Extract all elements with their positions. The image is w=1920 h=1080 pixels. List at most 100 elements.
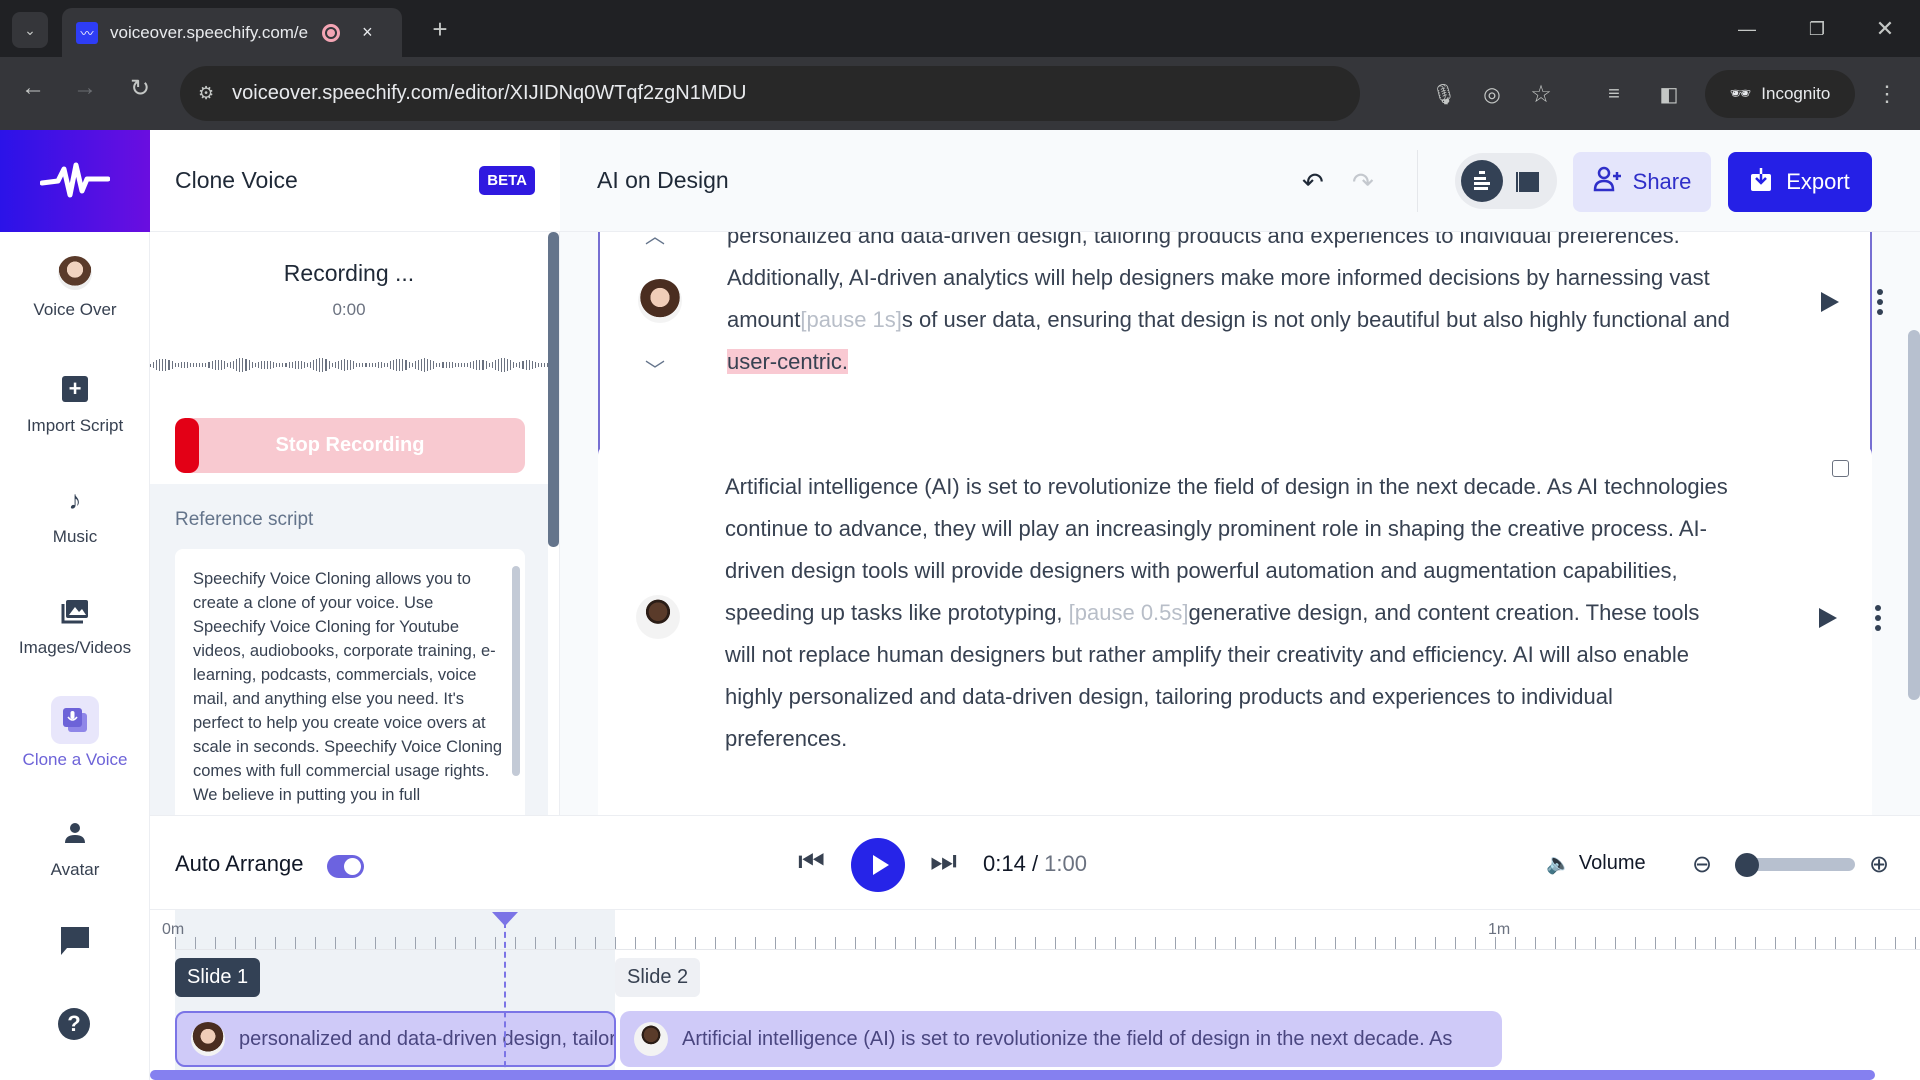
nav-item-clone-a-voice[interactable]: Clone a Voice xyxy=(0,696,150,770)
ruler-tick xyxy=(595,937,596,949)
zoom-out-icon[interactable]: ⊖ xyxy=(1692,850,1712,879)
tab-search-chevron-icon[interactable]: ⌄ xyxy=(12,12,48,48)
block-more-icon[interactable] xyxy=(1875,605,1881,631)
timeline-ruler[interactable]: 0m 1m xyxy=(162,921,1920,950)
highlighted-word: user-centric. xyxy=(727,349,849,374)
panel-scrollbar[interactable] xyxy=(548,232,559,547)
current-time: 0:14 xyxy=(983,851,1026,876)
waveform-bar xyxy=(544,363,546,367)
nav-item-import-script[interactable]: + Import Script xyxy=(0,372,150,436)
waveform-bar xyxy=(365,362,367,368)
skip-back-icon[interactable]: ⏮ xyxy=(798,845,825,879)
speechify-favicon-icon: 〰 xyxy=(76,21,98,44)
ruler-tick xyxy=(1715,937,1716,949)
ruler-tick xyxy=(715,937,716,949)
zoom-slider[interactable] xyxy=(1735,853,1855,877)
ruler-tick xyxy=(1895,937,1896,949)
pause-tag[interactable]: [pause 0.5s] xyxy=(1069,600,1189,625)
browser-menu-icon[interactable]: ⋮ xyxy=(1875,80,1899,108)
nav-item-images-videos[interactable]: Images/Videos xyxy=(0,594,150,658)
block-play-icon[interactable] xyxy=(1819,608,1837,628)
clip-text: personalized and data-driven design, tai… xyxy=(239,1027,616,1050)
waveform-bar xyxy=(353,361,355,369)
share-button[interactable]: Share xyxy=(1573,152,1711,212)
skip-forward-icon[interactable]: ⏭ xyxy=(930,845,957,879)
redo-icon[interactable]: ↷ xyxy=(1352,167,1374,198)
script-editor: ︿ ﹀ personalized and data-driven design,… xyxy=(560,232,1920,815)
close-tab-icon[interactable]: × xyxy=(362,22,373,43)
volume-button[interactable]: 🔈 Volume xyxy=(1546,851,1646,876)
recording-waveform xyxy=(150,357,548,373)
microphone-icon[interactable]: 🎙 xyxy=(1430,80,1458,108)
url-field[interactable]: ⚙ voiceover.speechify.com/editor/XIJIDNq… xyxy=(180,66,1360,121)
waveform-bar xyxy=(420,358,422,372)
waveform-bar xyxy=(260,360,262,370)
stop-recording-button[interactable]: Stop Recording xyxy=(175,418,525,473)
undo-icon[interactable]: ↶ xyxy=(1302,167,1324,198)
new-tab-icon[interactable]: + xyxy=(425,14,455,44)
script-block[interactable]: Artificial intelligence (AI) is set to r… xyxy=(598,445,1881,815)
chat-icon[interactable] xyxy=(58,924,92,963)
back-icon[interactable]: ← xyxy=(18,73,48,103)
zoom-in-icon[interactable]: ⊕ xyxy=(1869,850,1889,879)
auto-arrange-toggle[interactable] xyxy=(327,855,364,878)
zoom-slider-knob[interactable] xyxy=(1735,853,1759,877)
eye-off-icon[interactable]: ◎ xyxy=(1478,80,1506,108)
ruler-tick xyxy=(1195,937,1196,949)
document-title[interactable]: AI on Design xyxy=(597,167,729,194)
block-play-icon[interactable] xyxy=(1821,292,1839,312)
slide-2-chip[interactable]: Slide 2 xyxy=(615,958,701,997)
waveform-bar xyxy=(196,363,198,367)
reference-scrollbar[interactable] xyxy=(512,566,520,776)
restore-icon[interactable]: ❐ xyxy=(1802,14,1832,44)
block-select-checkbox[interactable] xyxy=(1832,460,1849,477)
script-view-icon[interactable] xyxy=(1461,160,1503,202)
waveform-bar xyxy=(223,361,225,369)
block-text[interactable]: Artificial intelligence (AI) is set to r… xyxy=(725,466,1735,760)
waveform-bar xyxy=(439,362,441,368)
ruler-tick xyxy=(455,937,456,949)
block-text[interactable]: personalized and data-driven design, tai… xyxy=(727,232,1737,383)
bookmark-star-icon[interactable]: ☆ xyxy=(1527,80,1555,108)
editor-scrollbar[interactable] xyxy=(1908,330,1920,700)
ruler-tick xyxy=(1415,937,1416,949)
media-queue-icon[interactable]: ≡ xyxy=(1600,80,1628,108)
forward-icon[interactable]: → xyxy=(70,73,100,103)
speechify-logo[interactable] xyxy=(0,130,150,232)
timeline-clip[interactable]: personalized and data-driven design, tai… xyxy=(175,1011,616,1067)
timeline-clip[interactable]: Artificial intelligence (AI) is set to r… xyxy=(620,1011,1502,1067)
speaker-avatar[interactable] xyxy=(638,279,682,323)
browser-tab[interactable]: 〰 voiceover.speechify.com/e × xyxy=(62,8,402,57)
nav-item-avatar[interactable]: Avatar xyxy=(0,816,150,880)
ruler-tick xyxy=(1455,937,1456,949)
nav-item-voice-over[interactable]: Voice Over xyxy=(0,256,150,320)
playhead-line[interactable] xyxy=(504,912,506,1077)
ruler-tick xyxy=(1755,937,1756,949)
block-more-icon[interactable] xyxy=(1877,289,1883,315)
timeline-scrollbar[interactable] xyxy=(150,1070,1875,1080)
waveform-bar xyxy=(159,358,161,372)
waveform-bar xyxy=(387,362,389,368)
close-window-icon[interactable]: ✕ xyxy=(1870,14,1900,44)
nav-item-music[interactable]: ♪ Music xyxy=(0,483,150,547)
reload-icon[interactable]: ↻ xyxy=(125,73,155,103)
chevron-up-icon[interactable]: ︿ xyxy=(645,232,665,249)
help-icon[interactable]: ? xyxy=(58,1008,90,1040)
slide-1-chip[interactable]: Slide 1 xyxy=(175,958,261,997)
waveform-bar xyxy=(522,360,524,370)
side-panel-icon[interactable]: ◧ xyxy=(1655,80,1683,108)
waveform-bar xyxy=(310,361,312,369)
pause-tag[interactable]: [pause 1s] xyxy=(800,307,902,332)
slide-view-icon[interactable] xyxy=(1515,172,1539,192)
left-nav: Voice Over + Import Script ♪ Music Image… xyxy=(0,232,150,1080)
playhead-handle[interactable] xyxy=(492,912,518,926)
waveform-bar xyxy=(513,361,515,369)
export-button[interactable]: Export xyxy=(1728,152,1872,212)
chevron-down-icon[interactable]: ﹀ xyxy=(645,354,665,383)
play-button[interactable] xyxy=(851,838,905,892)
site-info-icon[interactable]: ⚙ xyxy=(198,83,214,104)
speaker-avatar[interactable] xyxy=(636,595,680,639)
incognito-badge[interactable]: 🕶 Incognito xyxy=(1705,70,1855,118)
minimize-icon[interactable]: — xyxy=(1732,14,1762,44)
ruler-tick xyxy=(175,937,176,949)
